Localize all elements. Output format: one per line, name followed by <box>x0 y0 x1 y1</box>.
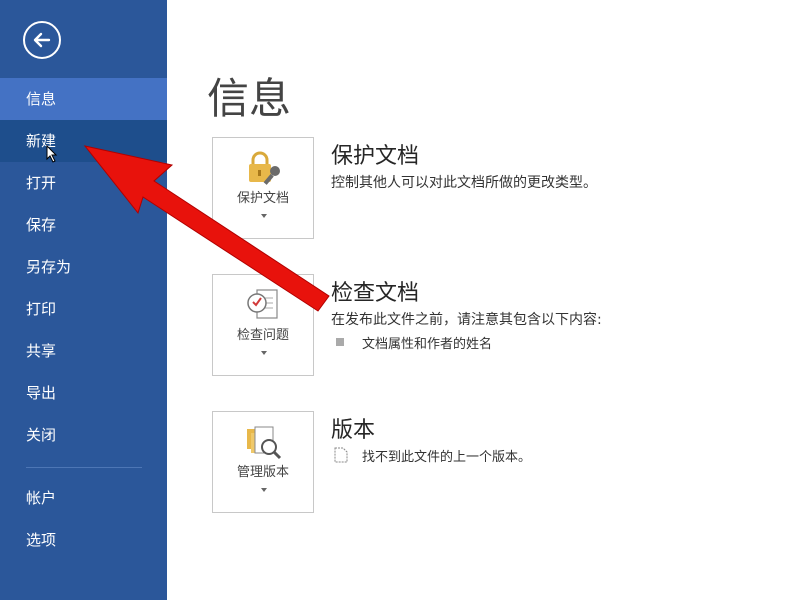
bullet-icon <box>336 338 344 346</box>
inspect-bullet: 文档属性和作者的姓名 <box>362 337 493 352</box>
page-title: 信息 <box>207 74 292 123</box>
sidebar-item-account[interactable]: 帐户 <box>0 477 167 519</box>
protect-description: 控制其他人可以对此文档所做的更改类型。 <box>331 175 597 191</box>
backstage-sidebar: 信息 新建 打开 保存 另存为 打印 共享 导出 关闭 帐户 选项 <box>0 0 167 600</box>
sidebar-item-open[interactable]: 打开 <box>0 162 167 204</box>
versions-card-label: 管理版本 <box>236 465 289 480</box>
sidebar-item-options[interactable]: 选项 <box>0 519 167 561</box>
inspect-card-label: 检查问题 <box>236 328 289 343</box>
chevron-down-icon <box>261 214 267 218</box>
document-icon <box>334 447 348 463</box>
chevron-down-icon <box>261 351 267 355</box>
sidebar-item-close[interactable]: 关闭 <box>0 414 167 456</box>
sidebar-divider <box>26 467 142 468</box>
protect-card-label: 保护文档 <box>236 191 289 206</box>
back-arrow-icon <box>33 32 51 48</box>
sidebar-item-export[interactable]: 导出 <box>0 372 167 414</box>
back-button[interactable] <box>23 21 61 59</box>
chevron-down-icon <box>261 488 267 492</box>
check-issues-button[interactable]: 检查问题 <box>212 274 314 376</box>
sidebar-item-share[interactable]: 共享 <box>0 330 167 372</box>
sidebar-item-save[interactable]: 保存 <box>0 204 167 246</box>
sidebar-item-print[interactable]: 打印 <box>0 288 167 330</box>
lock-key-icon <box>249 151 280 185</box>
manage-versions-button[interactable]: 管理版本 <box>212 411 314 513</box>
inspect-document-icon <box>247 289 278 319</box>
versions-description: 找不到此文件的上一个版本。 <box>362 450 532 465</box>
versions-title: 版本 <box>331 418 376 443</box>
sidebar-item-new[interactable]: 新建 <box>0 120 167 162</box>
protect-document-button[interactable]: 保护文档 <box>212 137 314 239</box>
sidebar-item-info[interactable]: 信息 <box>0 78 167 120</box>
protect-title: 保护文档 <box>331 144 420 169</box>
mouse-cursor-icon <box>46 145 58 163</box>
inspect-description: 在发布此文件之前，请注意其包含以下内容: <box>331 312 602 328</box>
inspect-title: 检查文档 <box>331 281 420 306</box>
versions-icon <box>247 426 282 460</box>
sidebar-item-save-as[interactable]: 另存为 <box>0 246 167 288</box>
